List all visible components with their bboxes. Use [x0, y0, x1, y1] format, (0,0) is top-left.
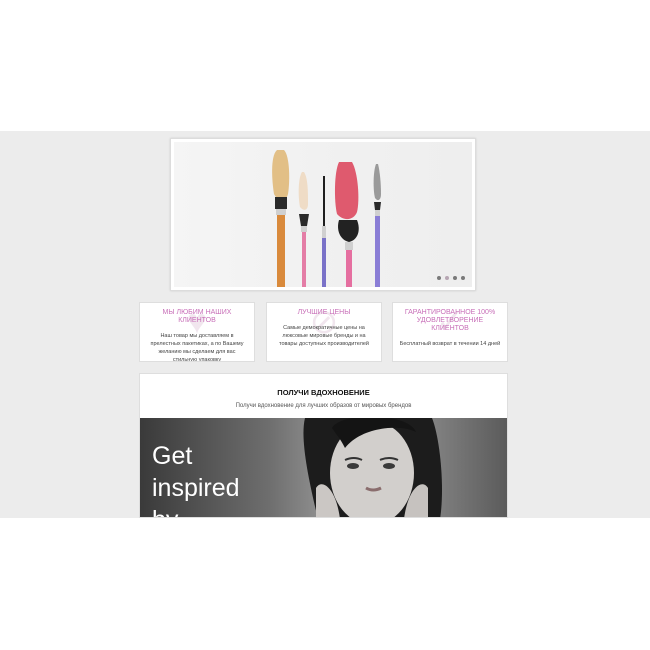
inspiration-section: ПОЛУЧИ ВДОХНОВЕНИЕ Получи вдохновение дл… [139, 373, 508, 518]
brush-2 [298, 172, 309, 287]
feature-title: МЫ ЛЮБИМ НАШИХ КЛИЕНТОВ [162, 309, 232, 324]
slider-dots [437, 276, 465, 280]
inspiration-banner-text: Get inspired by [152, 442, 240, 517]
brush-1 [272, 150, 290, 287]
brush-4 [334, 162, 359, 287]
inspiration-banner[interactable]: Get inspired by [140, 418, 507, 517]
inspiration-subtitle: Получи вдохновение для лучших образов от… [235, 403, 412, 409]
brush-3 [322, 176, 326, 287]
model-portrait [303, 418, 443, 517]
feature-title: ГАРАНТИРОВАННОЕ 100% УДОВЛЕТВОРЕНИЕ КЛИЕ… [404, 309, 496, 332]
feature-text: Самые демократичные цены на люксовые мир… [278, 325, 369, 347]
slider-dot-1[interactable] [437, 276, 441, 280]
feature-best-prices: ⊘ ЛУЧШИЕ ЦЕНЫ Самые демократичные цены н… [266, 302, 382, 362]
brush-5 [373, 164, 381, 287]
slider-dot-4[interactable] [461, 276, 465, 280]
feature-love-clients: ♥ МЫ ЛЮБИМ НАШИХ КЛИЕНТОВ Наш товар мы д… [139, 302, 255, 362]
makeup-brushes-image [174, 142, 472, 287]
feature-satisfaction: ✓ ГАРАНТИРОВАННОЕ 100% УДОВЛЕТВОРЕНИЕ КЛ… [392, 302, 508, 362]
slider-dot-3[interactable] [453, 276, 457, 280]
feature-text: Наш товар мы доставляем в прелестных пак… [150, 333, 244, 362]
slider-dot-2[interactable] [445, 276, 449, 280]
feature-text: Бесплатный возврат в течении 14 дней [399, 341, 501, 347]
feature-title: ЛУЧШИЕ ЦЕНЫ [297, 309, 351, 316]
hero-slider[interactable] [170, 138, 476, 291]
inspiration-title: ПОЛУЧИ ВДОХНОВЕНИЕ [277, 388, 370, 397]
